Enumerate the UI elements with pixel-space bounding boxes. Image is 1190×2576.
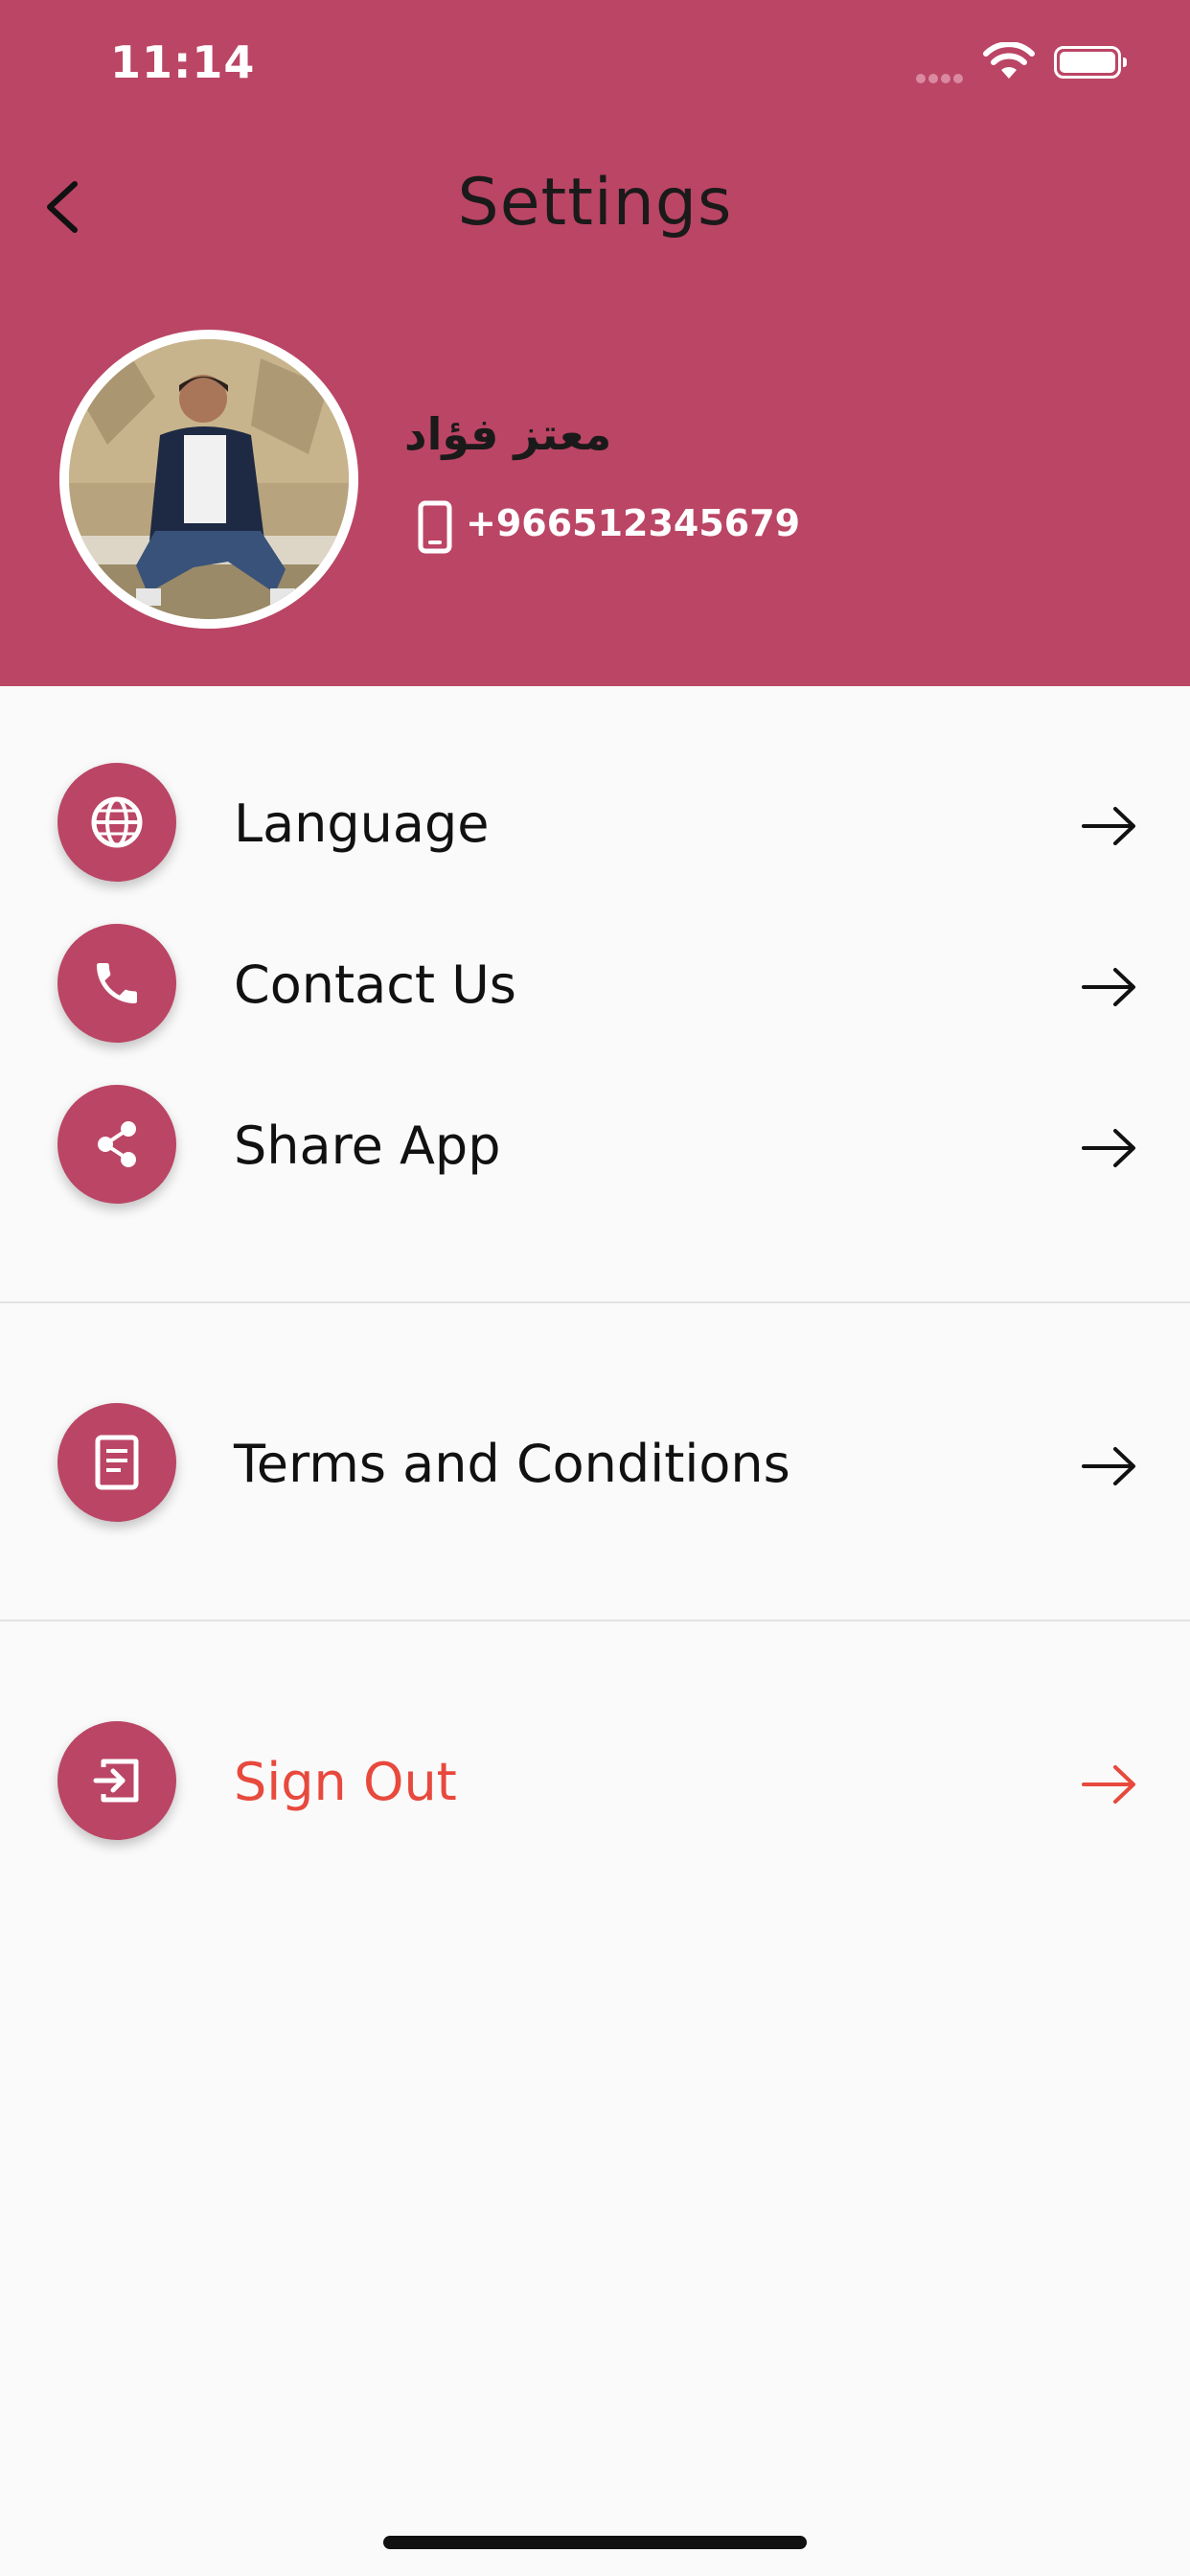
profile-name: معتز فؤاد: [404, 408, 612, 460]
menu-item-label: Share App: [234, 1116, 501, 1176]
menu-item-label: Terms and Conditions: [234, 1434, 790, 1494]
document-icon: [95, 1435, 139, 1490]
share-icon: [98, 1121, 136, 1167]
section-divider: [0, 1620, 1190, 1622]
sign-out-icon: [93, 1759, 139, 1803]
cellular-signal-icon: [916, 69, 966, 87]
menu-item-language[interactable]: Language: [0, 755, 1190, 889]
menu-item-share-app[interactable]: Share App: [0, 1077, 1190, 1211]
menu-item-terms[interactable]: Terms and Conditions: [0, 1395, 1190, 1530]
arrow-right-icon: [1082, 1447, 1135, 1485]
section-divider: [0, 1301, 1190, 1303]
globe-icon: [91, 796, 143, 848]
wifi-icon: [983, 42, 1035, 79]
status-time: 11:14: [110, 36, 256, 88]
menu-item-label: Sign Out: [234, 1752, 457, 1812]
mobile-phone-icon: [418, 500, 452, 554]
menu-item-contact-us[interactable]: Contact Us: [0, 916, 1190, 1050]
arrow-right-icon: [1082, 1129, 1135, 1167]
arrow-right-icon: [1082, 968, 1135, 1006]
avatar[interactable]: [59, 330, 358, 629]
avatar-photo: [69, 339, 349, 619]
arrow-right-icon: [1082, 1765, 1135, 1804]
home-indicator[interactable]: [383, 2536, 807, 2549]
menu-item-label: Language: [234, 794, 490, 854]
arrow-right-icon: [1082, 807, 1135, 845]
profile-phone-number: +966512345679: [466, 502, 801, 544]
battery-icon: [1054, 46, 1127, 79]
settings-header: 11:14 Settings معتز فؤاد +966512345679: [0, 0, 1190, 686]
page-title: Settings: [457, 165, 733, 241]
phone-icon: [97, 963, 137, 1003]
menu-item-label: Contact Us: [234, 954, 516, 1015]
menu-item-sign-out[interactable]: Sign Out: [0, 1714, 1190, 1848]
